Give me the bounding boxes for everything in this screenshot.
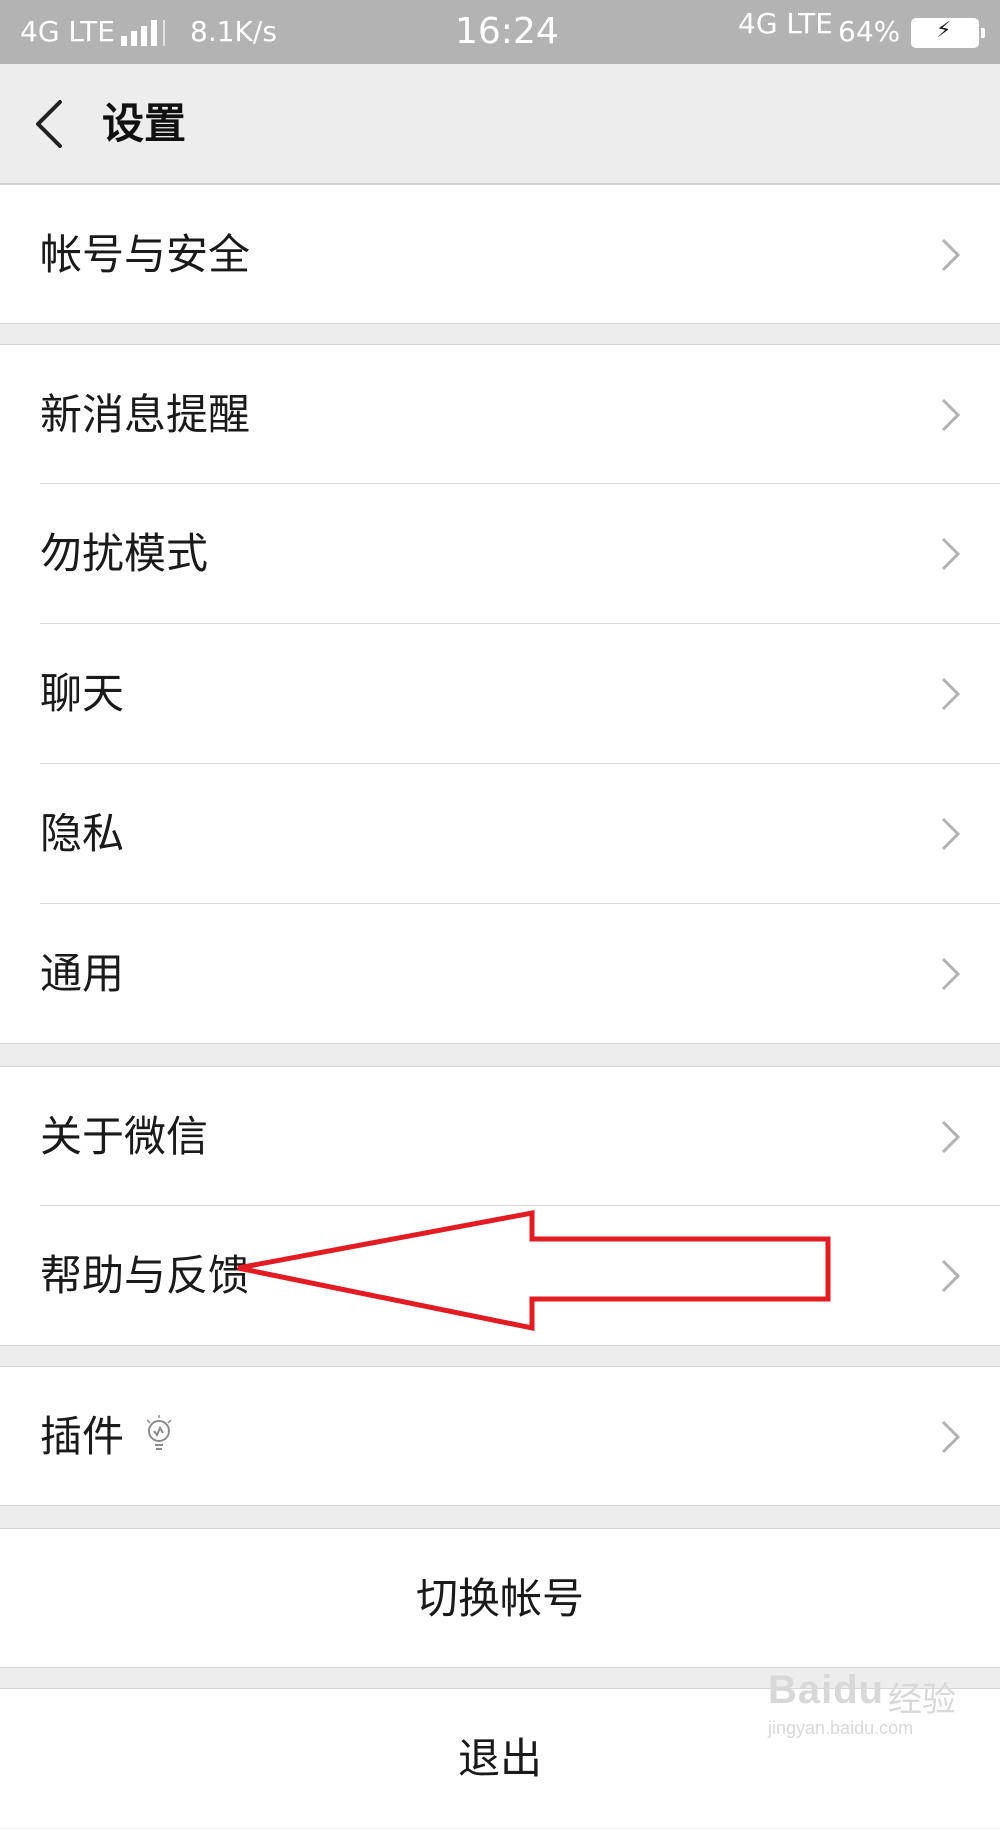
navigation-bar: 设置 [0,64,1000,184]
menu-item-label: 帐号与安全 [40,230,251,279]
menu-item-help-feedback[interactable]: 帮助与反馈 [0,1206,1000,1346]
menu-item-label: 勿扰模式 [40,529,209,578]
menu-item-do-not-disturb[interactable]: 勿扰模式 [0,484,1000,624]
battery-percent: 64% [838,15,901,48]
menu-item-account-security[interactable]: 帐号与安全 [0,184,1000,324]
chevron-left-icon[interactable] [30,98,70,150]
menu-item-general[interactable]: 通用 [0,904,1000,1044]
menu-item-new-message-notification[interactable]: 新消息提醒 [0,344,1000,484]
switch-account-label: 切换帐号 [415,1574,584,1623]
menu-item-label: 聊天 [40,669,125,718]
menu-item-label: 新消息提醒 [40,390,251,439]
charging-bolt-icon: ⚡ [936,18,952,43]
chevron-right-icon [941,398,961,432]
watermark-brand: Baidu [768,1668,885,1712]
network-indicator-secondary: 4G LTE [738,7,833,40]
network-indicator: 4G LTE [20,15,115,48]
lightbulb-icon [146,1415,172,1450]
watermark-cn: 经验 [888,1681,956,1719]
status-bar: 4G LTE 8.1K/s 16:24 4G LTE 64% ⚡ [0,0,1000,64]
chevron-right-icon [941,238,961,272]
chevron-right-icon [941,677,961,711]
chevron-right-icon [941,817,961,851]
page-title: 设置 [102,99,187,148]
menu-item-label: 关于微信 [40,1112,209,1161]
menu-item-label: 通用 [40,949,125,998]
menu-item-chat[interactable]: 聊天 [0,624,1000,764]
chevron-right-icon [941,1120,961,1154]
watermark-url: jingyan.baidu.com [768,1718,914,1738]
menu-item-label: 隐私 [40,809,125,858]
battery-icon: ⚡ [911,18,985,48]
chevron-right-icon [941,957,961,991]
menu-item-privacy[interactable]: 隐私 [0,764,1000,904]
signal-strength-icon [121,20,167,46]
menu-item-label: 帮助与反馈 [40,1251,251,1300]
chevron-right-icon [941,537,961,571]
menu-item-label: 插件 [40,1412,125,1461]
clock: 16:24 [455,11,559,52]
switch-account-button[interactable]: 切换帐号 [0,1528,1000,1668]
menu-item-about-wechat[interactable]: 关于微信 [0,1066,1000,1206]
baidu-jingyan-watermark: Baidu 经验 jingyan.baidu.com [768,1668,978,1748]
network-speed: 8.1K/s [190,15,277,48]
chevron-right-icon [941,1259,961,1293]
chevron-right-icon [941,1420,961,1454]
menu-item-plugins[interactable]: 插件 [0,1366,1000,1506]
